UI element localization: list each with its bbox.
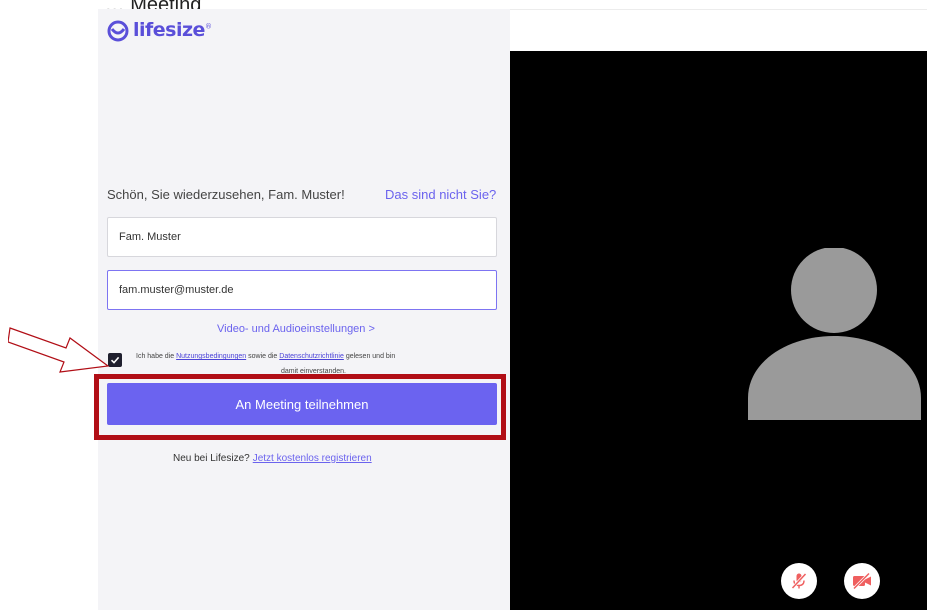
av-settings-link[interactable]: Video- und Audioeinstellungen > xyxy=(217,323,375,335)
lifesize-logo-icon xyxy=(107,20,129,42)
mute-mic-button[interactable] xyxy=(781,563,817,599)
email-field[interactable]: fam.muster@muster.de xyxy=(107,270,497,310)
register-line: Neu bei Lifesize? Jetzt kostenlos registr… xyxy=(173,453,372,464)
join-meeting-button[interactable]: An Meeting teilnehmen xyxy=(107,383,497,425)
not-you-link[interactable]: Das sind nicht Sie? xyxy=(385,187,496,202)
pointer-arrow-icon xyxy=(8,327,110,373)
toggle-camera-button[interactable] xyxy=(844,563,880,599)
terms-link[interactable]: Nutzungsbedingungen xyxy=(176,353,246,360)
greeting-text: Schön, Sie wiederzusehen, Fam. Muster! xyxy=(107,187,345,202)
user-avatar-icon xyxy=(748,248,921,420)
email-value: fam.muster@muster.de xyxy=(119,284,234,296)
privacy-link[interactable]: Datenschutzrichtlinie xyxy=(279,353,344,360)
camera-off-icon xyxy=(852,572,871,590)
lifesize-logo: lifesize® xyxy=(106,18,212,42)
consent-text: Ich habe die Nutzungsbedingungen sowie d… xyxy=(136,349,491,373)
brand-name: lifesize® xyxy=(133,19,212,41)
mic-muted-icon xyxy=(791,572,807,590)
window-divider xyxy=(510,9,927,10)
consent-line2: damit einverstanden. xyxy=(281,368,346,373)
register-link[interactable]: Jetzt kostenlos registrieren xyxy=(253,453,372,464)
name-field[interactable]: Fam. Muster xyxy=(107,217,497,257)
name-value: Fam. Muster xyxy=(119,231,181,243)
